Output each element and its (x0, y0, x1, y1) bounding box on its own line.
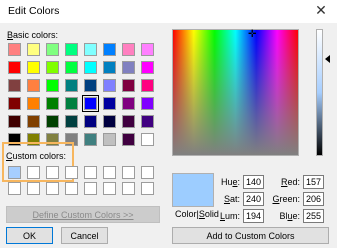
luminosity-slider[interactable] (316, 29, 323, 156)
color-swatch[interactable] (103, 182, 116, 195)
color-swatch[interactable] (141, 79, 154, 92)
title-bar[interactable]: Edit Colors ✕ (0, 0, 337, 23)
basic-colors-grid (8, 43, 154, 146)
color-swatch[interactable] (65, 43, 78, 56)
color-swatch[interactable] (84, 115, 97, 128)
color-swatch[interactable] (8, 79, 21, 92)
color-swatch[interactable] (27, 182, 40, 195)
color-swatch[interactable] (122, 97, 135, 110)
color-swatch[interactable] (122, 61, 135, 74)
color-swatch[interactable] (65, 182, 78, 195)
hue-label: Hue: (220, 177, 240, 187)
color-swatch[interactable] (46, 61, 59, 74)
color-swatch[interactable] (84, 166, 97, 179)
color-swatch[interactable] (8, 166, 21, 179)
add-to-custom-colors-button[interactable]: Add to Custom Colors (172, 227, 329, 244)
green-label: Green: (272, 194, 300, 204)
color-swatch[interactable] (65, 79, 78, 92)
color-spectrum[interactable]: ✛ (172, 29, 299, 156)
color-swatch[interactable] (27, 115, 40, 128)
color-swatch[interactable] (84, 79, 97, 92)
basic-colors-label: Basic colors: (7, 30, 59, 40)
color-swatch[interactable] (103, 79, 116, 92)
cancel-button[interactable]: Cancel (61, 227, 108, 244)
color-swatch[interactable] (103, 133, 116, 146)
color-swatch[interactable] (82, 95, 99, 112)
color-swatch[interactable] (84, 133, 97, 146)
blue-label: Blue: (279, 211, 300, 221)
color-swatch[interactable] (84, 43, 97, 56)
color-swatch[interactable] (122, 166, 135, 179)
color-swatch[interactable] (65, 97, 78, 110)
color-swatch[interactable] (8, 182, 21, 195)
color-swatch[interactable] (46, 115, 59, 128)
color-swatch[interactable] (65, 115, 78, 128)
sat-label: Sat: (223, 194, 240, 204)
triangle-left-icon[interactable] (325, 55, 330, 63)
color-swatch[interactable] (46, 43, 59, 56)
color-swatch[interactable] (8, 61, 21, 74)
lum-field[interactable]: 194 (243, 209, 264, 223)
color-swatch[interactable] (141, 115, 154, 128)
custom-colors-label: Custom colors: (6, 151, 67, 161)
color-swatch[interactable] (8, 43, 21, 56)
color-swatch[interactable] (122, 43, 135, 56)
color-swatch[interactable] (46, 97, 59, 110)
color-swatch[interactable] (103, 97, 116, 110)
blue-field[interactable]: 255 (303, 209, 324, 223)
color-swatch[interactable] (141, 61, 154, 74)
color-swatch[interactable] (141, 182, 154, 195)
color-swatch[interactable] (103, 61, 116, 74)
custom-colors-grid (8, 166, 154, 195)
sat-field[interactable]: 240 (243, 192, 264, 206)
color-swatch[interactable] (27, 43, 40, 56)
crosshair-icon: ✛ (248, 29, 257, 40)
red-label: Red: (280, 177, 300, 187)
color-swatch[interactable] (84, 61, 97, 74)
hue-field[interactable]: 140 (243, 175, 264, 189)
color-swatch[interactable] (65, 61, 78, 74)
color-swatch[interactable] (141, 166, 154, 179)
color-swatch[interactable] (65, 166, 78, 179)
window-title: Edit Colors (8, 5, 60, 17)
color-swatch[interactable] (8, 97, 21, 110)
color-swatch[interactable] (103, 166, 116, 179)
color-swatch[interactable] (122, 79, 135, 92)
color-swatch[interactable] (103, 43, 116, 56)
red-field[interactable]: 157 (303, 175, 324, 189)
color-swatch[interactable] (46, 166, 59, 179)
color-swatch[interactable] (46, 182, 59, 195)
ok-button[interactable]: OK (6, 227, 53, 244)
color-swatch[interactable] (122, 133, 135, 146)
color-swatch[interactable] (27, 61, 40, 74)
color-swatch[interactable] (27, 97, 40, 110)
color-swatch[interactable] (141, 133, 154, 146)
color-swatch[interactable] (46, 79, 59, 92)
green-field[interactable]: 206 (303, 192, 324, 206)
lum-label: Lum: (219, 211, 240, 221)
color-swatch[interactable] (141, 97, 154, 110)
color-swatch[interactable] (27, 166, 40, 179)
close-icon[interactable]: ✕ (313, 2, 329, 18)
color-swatch[interactable] (122, 182, 135, 195)
define-custom-colors-button[interactable]: Define Custom Colors >> (6, 206, 160, 223)
color-swatch[interactable] (8, 115, 21, 128)
color-swatch[interactable] (141, 43, 154, 56)
color-swatch[interactable] (27, 79, 40, 92)
color-swatch[interactable] (103, 115, 116, 128)
dialog-body: Basic colors: Custom colors: Define Cust… (0, 23, 337, 248)
color-swatch[interactable] (84, 182, 97, 195)
color-swatch[interactable] (122, 115, 135, 128)
